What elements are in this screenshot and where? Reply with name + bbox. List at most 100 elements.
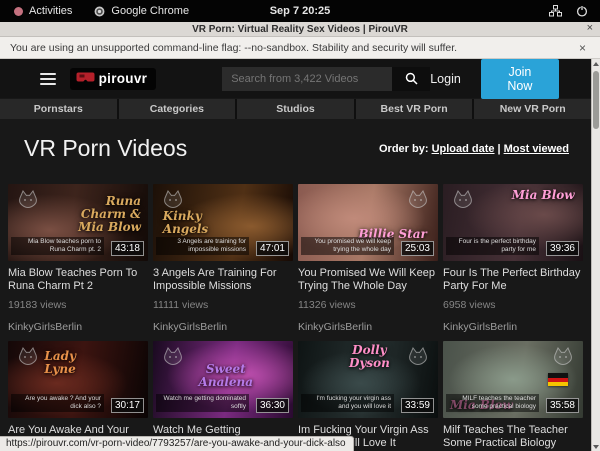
thumbnail-performer-name: Lady Lyne <box>44 350 108 376</box>
scrollbar-thumb[interactable] <box>593 71 599 129</box>
join-now-button[interactable]: Join Now <box>481 59 559 99</box>
video-thumbnail[interactable]: Mia Blow MILF teaches the teacher some p… <box>443 341 583 418</box>
tab-close-icon[interactable]: × <box>587 22 593 35</box>
video-studio-link[interactable]: KinkyGirlsBerlin <box>153 321 293 333</box>
page-title: VR Porn Videos <box>24 135 187 162</box>
scrollbar-up-icon[interactable] <box>592 59 600 68</box>
search-icon <box>405 72 418 85</box>
video-card[interactable]: Mia Blow Four is the perfect birthday pa… <box>443 184 583 333</box>
thumbnail-performer-name: Mia Blow <box>506 189 575 202</box>
video-title[interactable]: Four Is The Perfect Birthday Party For M… <box>443 267 583 293</box>
studio-cat-mask-icon <box>406 346 430 366</box>
infobar-close-icon[interactable]: × <box>579 41 590 55</box>
power-icon[interactable] <box>576 5 588 17</box>
video-studio-link[interactable]: KinkyGirlsBerlin <box>443 321 583 333</box>
thumbnail-caption: Are you awake ? And your dick also ? <box>11 394 104 412</box>
duration-badge: 35:58 <box>546 398 579 413</box>
thumbnail-caption: Watch me getting dominated softly <box>156 394 249 412</box>
video-views: 6958 views <box>443 299 583 311</box>
order-by-separator: | <box>498 143 501 155</box>
duration-badge: 33:59 <box>401 398 434 413</box>
video-title[interactable]: Milf Teaches The Teacher Some Practical … <box>443 424 583 450</box>
browser-tab[interactable]: VR Porn: Virtual Reality Sex Videos | Pi… <box>0 22 600 37</box>
thumbnail-caption: Mia Blow teaches porn to Runa Charm pt. … <box>11 237 104 255</box>
video-thumbnail[interactable]: Dolly Dyson I'm fucking your virgin ass … <box>298 341 438 418</box>
chrome-infobar: You are using an unsupported command-lin… <box>0 37 600 59</box>
order-by-links: Upload date|Most viewed <box>432 143 569 155</box>
video-studio-link[interactable]: KinkyGirlsBerlin <box>298 321 438 333</box>
duration-badge: 43:18 <box>111 241 144 256</box>
video-studio-link[interactable]: KinkyGirlsBerlin <box>8 321 148 333</box>
order-by: Order by: Upload date|Most viewed <box>379 143 569 155</box>
studio-cat-mask-icon <box>551 346 575 366</box>
activities-button[interactable]: Activities <box>0 5 72 17</box>
duration-badge: 36:30 <box>256 398 289 413</box>
system-top-bar: Activities Google Chrome Sep 7 20:25 <box>0 0 600 22</box>
duration-badge: 25:03 <box>401 241 434 256</box>
studio-cat-mask-icon <box>451 189 475 209</box>
video-thumbnail[interactable]: Sweet Analena Watch me getting dominated… <box>153 341 293 418</box>
video-title[interactable]: 3 Angels Are Training For Impossible Mis… <box>153 267 293 293</box>
video-card[interactable]: Dolly Dyson I'm fucking your virgin ass … <box>298 341 438 451</box>
site-header: pirouvr Login Join Now <box>0 59 591 98</box>
video-card[interactable]: Lady Lyne Are you awake ? And your dick … <box>8 341 148 451</box>
search-bar <box>222 67 430 91</box>
video-thumbnail[interactable]: Billie Star You promised we will keep tr… <box>298 184 438 261</box>
thumbnail-caption: You promised we will keep trying the who… <box>301 237 394 255</box>
thumbnail-caption: 3 Angels are training for impossible mis… <box>156 237 249 255</box>
video-views: 11326 views <box>298 299 438 311</box>
thumbnail-performer-name: Runa Charm & Mia Blow <box>67 195 141 234</box>
video-card[interactable]: Mia Blow MILF teaches the teacher some p… <box>443 341 583 451</box>
video-card[interactable]: Runa Charm & Mia Blow Mia Blow teaches p… <box>8 184 148 333</box>
browser-viewport: pirouvr Login Join Now PornstarsCategori… <box>0 59 600 451</box>
thumbnail-performer-name: Dolly Dyson <box>340 344 399 370</box>
thumbnail-performer-name: Sweet Analena <box>181 363 271 389</box>
focused-app-menu[interactable]: Google Chrome <box>94 5 189 17</box>
nav-item-best-vr-porn[interactable]: Best VR Porn <box>356 99 473 119</box>
status-url-bubble: https://pirouvr.com/vr-porn-video/779325… <box>0 436 354 451</box>
video-thumbnail[interactable]: Kinky Angels 3 Angels are training for i… <box>153 184 293 261</box>
order-by-option-most-viewed[interactable]: Most viewed <box>504 143 569 155</box>
nav-item-new-vr-porn[interactable]: New VR Porn <box>474 99 591 119</box>
site-nav: PornstarsCategoriesStudiosBest VR PornNe… <box>0 99 591 119</box>
duration-badge: 39:36 <box>546 241 579 256</box>
studio-cat-mask-icon <box>16 346 40 366</box>
thumbnail-performer-name: Kinky Angels <box>163 210 240 236</box>
video-card[interactable]: Kinky Angels 3 Angels are training for i… <box>153 184 293 333</box>
nav-item-pornstars[interactable]: Pornstars <box>0 99 117 119</box>
duration-badge: 30:17 <box>111 398 144 413</box>
thumbnail-caption: Four is the perfect birthday party for m… <box>446 237 539 255</box>
video-grid: Runa Charm & Mia Blow Mia Blow teaches p… <box>0 184 591 451</box>
video-card[interactable]: Sweet Analena Watch me getting dominated… <box>153 341 293 451</box>
tab-title: VR Porn: Virtual Reality Sex Videos | Pi… <box>192 24 408 35</box>
nav-item-studios[interactable]: Studios <box>237 99 354 119</box>
site-logo[interactable]: pirouvr <box>70 68 157 90</box>
network-icon[interactable] <box>549 5 562 17</box>
video-title[interactable]: You Promised We Will Keep Trying The Who… <box>298 267 438 293</box>
video-views: 11111 views <box>153 299 293 311</box>
studio-cat-mask-icon <box>16 189 40 209</box>
search-input[interactable] <box>222 67 392 91</box>
page-head: VR Porn Videos Order by: Upload date|Mos… <box>0 119 591 184</box>
site-logo-text: pirouvr <box>99 71 148 86</box>
page-scrollbar[interactable] <box>591 59 600 451</box>
menu-hamburger-icon[interactable] <box>40 73 56 85</box>
activities-label: Activities <box>29 5 72 17</box>
video-card[interactable]: Billie Star You promised we will keep tr… <box>298 184 438 333</box>
video-title[interactable]: Mia Blow Teaches Porn To Runa Charm Pt 2 <box>8 267 148 293</box>
video-thumbnail[interactable]: Lady Lyne Are you awake ? And your dick … <box>8 341 148 418</box>
thumbnail-caption: MILF teaches the teacher some practical … <box>446 394 539 412</box>
activities-indicator-icon <box>14 7 23 16</box>
video-thumbnail[interactable]: Mia Blow Four is the perfect birthday pa… <box>443 184 583 261</box>
vr-goggles-icon <box>76 72 95 84</box>
video-views: 19183 views <box>8 299 148 311</box>
infobar-message: You are using an unsupported command-lin… <box>10 42 579 54</box>
search-button[interactable] <box>392 67 430 91</box>
order-by-option-upload-date[interactable]: Upload date <box>432 143 495 155</box>
german-flag-icon <box>548 373 568 386</box>
video-thumbnail[interactable]: Runa Charm & Mia Blow Mia Blow teaches p… <box>8 184 148 261</box>
nav-item-categories[interactable]: Categories <box>119 99 236 119</box>
chrome-icon <box>94 6 105 17</box>
duration-badge: 47:01 <box>256 241 289 256</box>
login-link[interactable]: Login <box>430 72 461 86</box>
